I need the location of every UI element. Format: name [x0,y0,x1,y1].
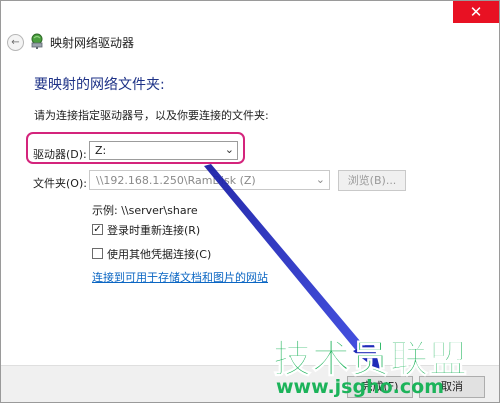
dialog-window: ✕ ← 映射网络驱动器 要映射的网络文件夹: 请为连接指定驱动器号，以及你要连接… [0,0,500,403]
watermark-url-text: www.jsgho.com [276,376,444,398]
watermark-logo-text: 技术员联盟 [272,337,469,382]
